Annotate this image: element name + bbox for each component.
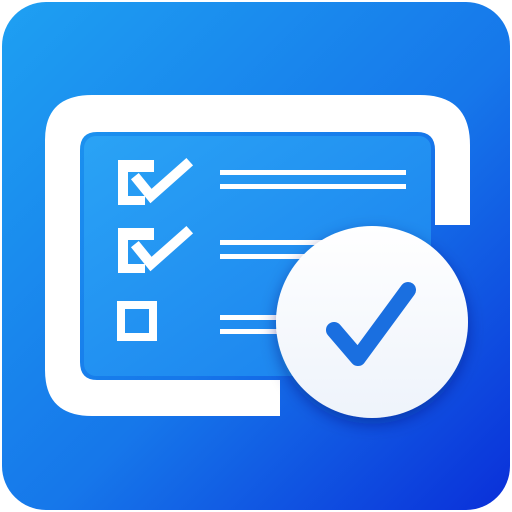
item-line (220, 329, 282, 334)
app-icon-graphic (2, 2, 510, 510)
item-line (220, 170, 406, 175)
app-icon (0, 0, 512, 512)
item-line (220, 315, 282, 320)
item-line (220, 184, 406, 189)
item-line (220, 254, 310, 259)
item-line (220, 240, 330, 245)
check-badge (276, 226, 468, 418)
